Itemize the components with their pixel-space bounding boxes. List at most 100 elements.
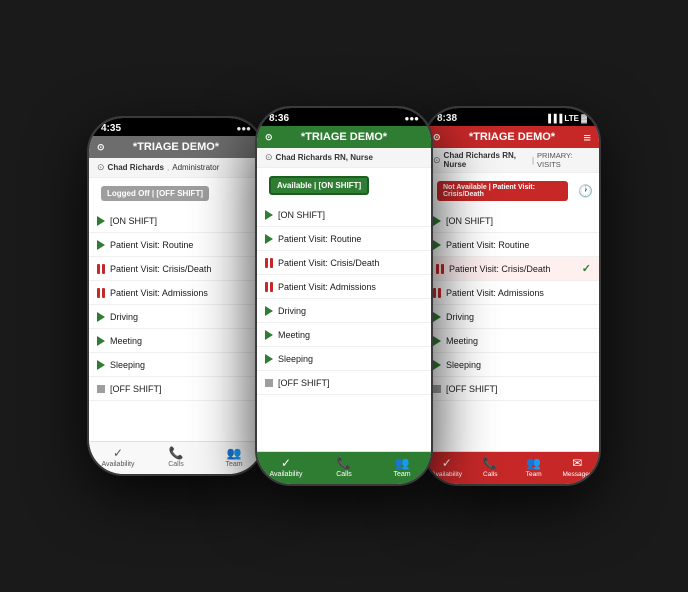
team-icon: 👥 [526,456,541,470]
nav-availability-middle[interactable]: ✓ Availability [257,456,315,478]
phone-icon: 📞 [483,456,498,470]
status-bar-left: 4:35 ●●● [89,118,263,136]
phone-middle: 8:36 ●●● ⊙ *TRIAGE DEMO* ⊙ Chad Richards… [255,106,433,486]
play-icon [433,216,441,226]
list-item[interactable]: [ON SHIFT] [425,209,599,233]
phones-container: 4:35 ●●● ⊙ *TRIAGE DEMO* ⊙ Chad Richards… [77,106,611,486]
menu-list-left: [ON SHIFT] Patient Visit: Routine Patien… [89,209,263,441]
list-item[interactable]: Meeting [425,329,599,353]
list-item[interactable]: [ON SHIFT] [89,209,263,233]
list-item[interactable]: [OFF SHIFT] [89,377,263,401]
user-icon-left: ⊙ [97,162,105,173]
pause-icon [433,288,441,298]
wifi-icon-right: ⊙ [433,132,441,143]
menu-list-right: [ON SHIFT] Patient Visit: Routine Patien… [425,209,599,451]
status-badge-middle: Available | [ON SHIFT] [269,176,369,195]
time-middle: 8:36 [269,113,289,124]
bottom-nav-left: ✓ Availability 📞 Calls 👥 Team [89,441,263,474]
play-icon [433,312,441,322]
pause-icon [97,264,105,274]
list-item[interactable]: Patient Visit: Crisis/Death [89,257,263,281]
time-right: 8:38 [437,113,457,124]
nav-availability-left[interactable]: ✓ Availability [89,446,147,468]
nav-team-right[interactable]: 👥 Team [512,456,556,478]
menu-icon-right[interactable]: ≡ [583,130,591,145]
nav-messages-right[interactable]: ✉ Messages [556,456,600,478]
list-item[interactable]: Sleeping [425,353,599,377]
play-icon [265,330,273,340]
user-icon-right: ⊙ [433,155,441,166]
list-item[interactable]: Patient Visit: Admissions [425,281,599,305]
phone-icon: 📞 [337,456,352,470]
user-bar-right: ⊙ Chad Richards RN, Nurse | PRIMARY: VIS… [425,148,599,173]
status-badge-row-middle: Available | [ON SHIFT] [257,168,431,203]
list-item[interactable]: Meeting [89,329,263,353]
list-item[interactable]: Sleeping [89,353,263,377]
app-header-left: ⊙ *TRIAGE DEMO* [89,136,263,158]
mail-icon: ✉ [572,456,582,470]
off-shift-icon [97,385,105,393]
list-item[interactable]: Patient Visit: Admissions [257,275,431,299]
signals-right: ▐▐▐ LTE ▓ [545,114,587,123]
play-icon [265,354,273,364]
pause-icon [436,264,444,274]
play-icon [97,360,105,370]
pause-icon [97,288,105,298]
play-icon [433,360,441,370]
user-bar-left: ⊙ Chad Richards , Administrator [89,158,263,178]
list-item[interactable]: Driving [89,305,263,329]
pause-icon [265,258,273,268]
play-icon [433,336,441,346]
list-item[interactable]: [OFF SHIFT] [257,371,431,395]
list-item[interactable]: [ON SHIFT] [257,203,431,227]
off-shift-icon [433,385,441,393]
nav-calls-right[interactable]: 📞 Calls [469,456,513,478]
list-item[interactable]: Sleeping [257,347,431,371]
list-item[interactable]: Patient Visit: Admissions [89,281,263,305]
wifi-icon-middle: ⊙ [265,132,273,143]
play-icon [265,234,273,244]
status-badge-row-left: Logged Off | [OFF SHIFT] [89,178,263,209]
wifi-icon-left: ⊙ [97,142,105,153]
list-item-highlighted[interactable]: Patient Visit: Crisis/Death ✓ [425,257,599,281]
team-icon: 👥 [395,456,410,470]
status-badge-left: Logged Off | [OFF SHIFT] [101,186,209,201]
play-icon [97,336,105,346]
list-item[interactable]: Patient Visit: Routine [425,233,599,257]
pause-icon [265,282,273,292]
app-header-middle: ⊙ *TRIAGE DEMO* [257,126,431,148]
play-icon [97,240,105,250]
phone-icon: 📞 [169,446,184,460]
list-item[interactable]: [OFF SHIFT] [425,377,599,401]
list-item[interactable]: Patient Visit: Crisis/Death [257,251,431,275]
list-item[interactable]: Patient Visit: Routine [257,227,431,251]
play-icon [97,312,105,322]
nav-team-middle[interactable]: 👥 Team [373,456,431,478]
list-item[interactable]: Driving [425,305,599,329]
nav-calls-middle[interactable]: 📞 Calls [315,456,373,478]
status-bar-middle: 8:36 ●●● [257,108,431,126]
app-header-right: ⊙ *TRIAGE DEMO* ≡ [425,126,599,148]
play-icon [265,210,273,220]
bottom-nav-middle: ✓ Availability 📞 Calls 👥 Team [257,451,431,484]
user-bar-middle: ⊙ Chad Richards RN, Nurse [257,148,431,168]
play-icon [97,216,105,226]
signals-middle: ●●● [405,114,420,123]
list-item[interactable]: Patient Visit: Routine [89,233,263,257]
signals-left: ●●● [237,124,252,133]
list-item[interactable]: Meeting [257,323,431,347]
check-icon: ✓ [113,446,123,460]
menu-list-middle: [ON SHIFT] Patient Visit: Routine Patien… [257,203,431,451]
off-shift-icon [265,379,273,387]
play-icon [265,306,273,316]
time-left: 4:35 [101,123,121,134]
checkmark-icon: ✓ [582,262,591,275]
nav-calls-left[interactable]: 📞 Calls [147,446,205,468]
list-item[interactable]: Driving [257,299,431,323]
status-badge-right: Not Available | Patient Visit: Crisis/De… [437,181,568,201]
phone-left: 4:35 ●●● ⊙ *TRIAGE DEMO* ⊙ Chad Richards… [87,116,265,476]
clock-icon: 🕐 [578,184,593,198]
play-icon [433,240,441,250]
phone-right: 8:38 ▐▐▐ LTE ▓ ⊙ *TRIAGE DEMO* ≡ ⊙ Chad … [423,106,601,486]
user-icon-middle: ⊙ [265,152,273,163]
